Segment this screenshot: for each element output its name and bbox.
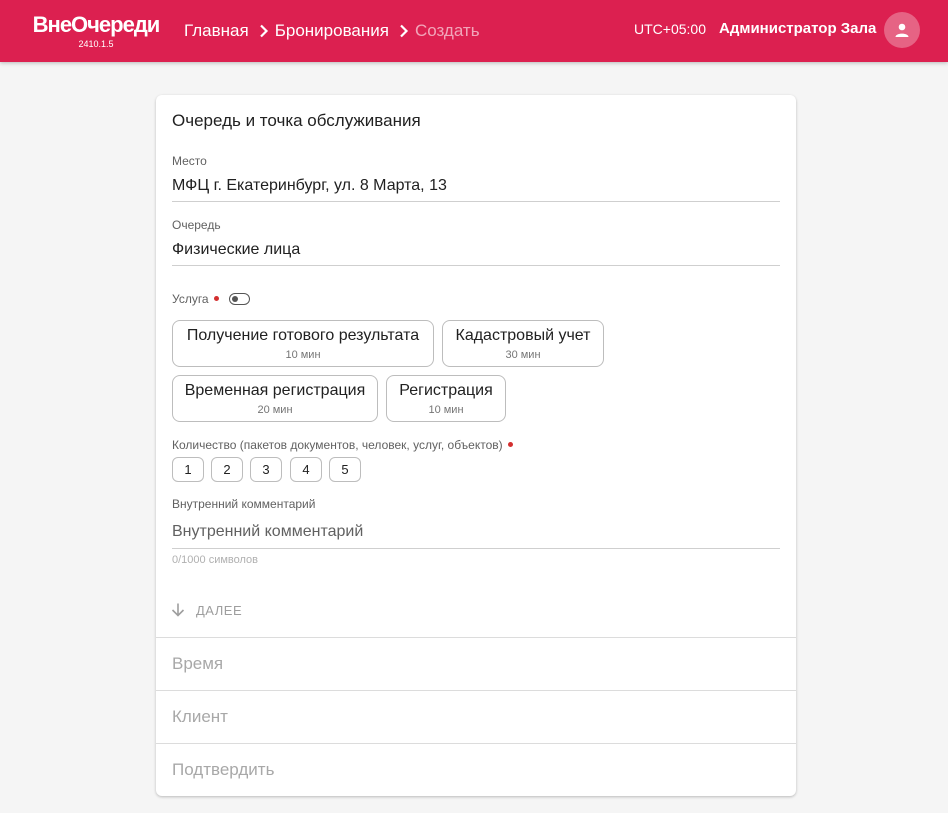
quantity-option[interactable]: 2 [211, 457, 243, 482]
section-title: Очередь и точка обслуживания [172, 111, 421, 130]
service-name: Регистрация [399, 382, 493, 399]
step-time[interactable]: Время [156, 637, 796, 690]
queue-field[interactable]: Физические лица [172, 241, 300, 259]
toggle-knob [232, 295, 238, 302]
breadcrumb: Главная Бронирования Создать [184, 20, 480, 42]
breadcrumb-create: Создать [414, 21, 480, 40]
service-chip[interactable]: Временная регистрация 20 мин [172, 375, 378, 422]
service-duration: 10 мин [285, 349, 321, 361]
quantity-label: Количество (пакетов документов, человек,… [172, 438, 513, 452]
place-label: Место [172, 154, 207, 168]
chevron-right-icon [257, 20, 271, 42]
arrow-down-icon [171, 603, 185, 617]
logo[interactable]: ВнеОчереди 2410.1.5 [32, 12, 161, 50]
app-version: 2410.1.5 [78, 39, 114, 49]
comment-char-counter: 0/1000 символов [172, 554, 259, 566]
place-underline [172, 201, 780, 202]
comment-input[interactable] [172, 520, 780, 544]
person-icon [895, 23, 909, 37]
next-button[interactable]: ДАЛЕЕ [170, 598, 242, 622]
breadcrumb-bookings[interactable]: Бронирования [275, 21, 389, 41]
step-confirm[interactable]: Подтвердить [156, 743, 796, 796]
chevron-right-icon [397, 20, 411, 42]
logo-text: ВнеОчереди [32, 12, 161, 37]
place-field[interactable]: МФЦ г. Екатеринбург, ул. 8 Марта, 13 [172, 177, 447, 195]
comment-underline [172, 548, 780, 549]
service-toggle[interactable] [229, 293, 250, 305]
service-chip[interactable]: Регистрация 10 мин [386, 375, 506, 422]
required-dot [213, 296, 219, 302]
quantity-option[interactable]: 3 [250, 457, 282, 482]
quantity-option[interactable]: 5 [329, 457, 361, 482]
service-chip[interactable]: Получение готового результата 10 мин [172, 320, 434, 367]
user-name[interactable]: Администратор Зала [719, 20, 876, 37]
timezone-label: UTC+05:00 [634, 21, 706, 37]
app-header: ВнеОчереди 2410.1.5 Главная Бронирования… [0, 0, 948, 62]
quantity-option[interactable]: 4 [290, 457, 322, 482]
user-avatar-button[interactable] [884, 12, 920, 48]
queue-underline [172, 265, 780, 266]
next-button-label: ДАЛЕЕ [196, 602, 243, 618]
service-name: Временная регистрация [184, 382, 366, 399]
service-label: Услуга [172, 292, 219, 306]
queue-label: Очередь [172, 218, 221, 232]
quantity-label-text: Количество (пакетов документов, человек,… [172, 438, 503, 452]
quantity-option[interactable]: 1 [172, 457, 204, 482]
service-label-text: Услуга [172, 292, 209, 306]
breadcrumb-home[interactable]: Главная [184, 21, 249, 41]
booking-form-card: Очередь и точка обслуживания Место МФЦ г… [156, 95, 796, 796]
service-name: Кадастровый учет [455, 327, 591, 344]
service-chip[interactable]: Кадастровый учет 30 мин [442, 320, 604, 367]
service-duration: 10 мин [428, 404, 464, 416]
required-dot [507, 442, 513, 448]
step-client[interactable]: Клиент [156, 690, 796, 743]
comment-label: Внутренний комментарий [172, 497, 316, 511]
service-name: Получение готового результата [186, 327, 420, 344]
service-duration: 20 мин [257, 404, 293, 416]
service-duration: 30 мин [505, 349, 541, 361]
